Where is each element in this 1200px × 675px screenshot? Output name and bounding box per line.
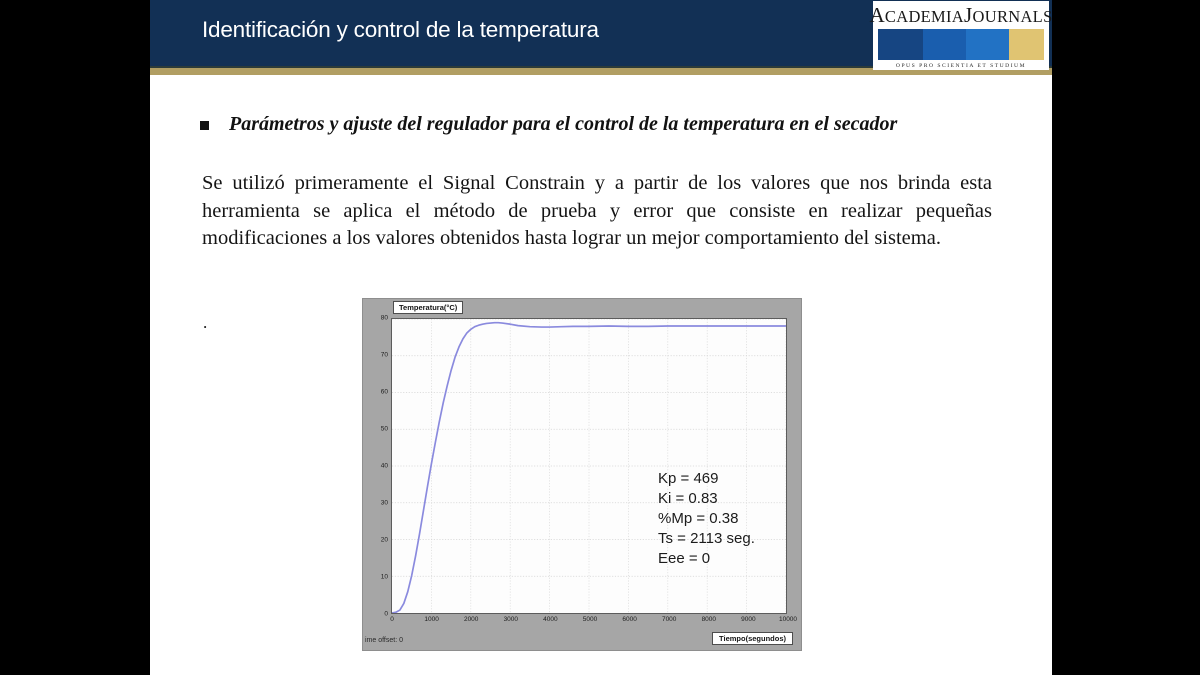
logo-bar-2 [923,29,967,61]
annotation-ki: Ki = 0.83 [658,490,718,507]
x-axis-ticks: 0 1000 2000 3000 4000 5000 6000 7000 8000 9000 100… [390,616,797,628]
x-tick-label: 7000 [661,616,677,623]
academia-journals-logo: ACADEMIAJOURNALS OPUS PRO SCIENTIA ET ST… [869,1,1052,70]
y-axis-ticks: 0 10 20 30 40 50 60 70 80 [367,314,388,618]
presentation-slide: Identificación y control de la temperatu… [150,0,1052,675]
logo-j-cap: J [964,3,973,27]
plot-area: Kp = 469 Ki = 0.83 %Mp = 0.38 Ts = 2113 … [391,318,787,614]
y-tick-label: 10 [380,573,388,581]
square-bullet-icon [200,121,209,130]
y-tick-label: 50 [380,425,388,433]
bullet-heading-text: Parámetros y ajuste del regulador para e… [229,113,898,135]
annotation-kp: Kp = 469 [658,470,719,487]
x-axis-label-chip: Tiempo(segundos) [712,632,793,645]
y-tick-label: 20 [380,536,388,544]
logo-tagline: OPUS PRO SCIENTIA ET STUDIUM [895,63,1027,70]
x-tick-label: 1000 [424,616,439,623]
logo-color-bars [878,29,1044,61]
x-tick-label: 5000 [582,616,598,623]
logo-journals-rest: OURNALS [972,7,1052,26]
stray-period-mark: . [203,313,208,332]
x-tick-label: 0 [390,616,394,623]
y-tick-label: 30 [380,499,388,507]
logo-academia-rest: CADEMIA [884,7,965,26]
annotation-mp: %Mp = 0.38 [658,510,739,527]
x-tick-label: 2000 [463,616,479,623]
logo-bar-4 [1009,29,1044,61]
body-paragraph: Se utilizó primeramente el Signal Constr… [202,172,992,249]
x-tick-label: 9000 [741,616,756,623]
logo-bar-1 [878,29,924,61]
logo-wordmark: ACADEMIAJOURNALS [869,3,1052,27]
y-tick-label: 60 [380,388,388,396]
y-tick-label: 70 [380,351,388,359]
logo-bar-3 [966,29,1010,61]
annotation-eee: Eee = 0 [658,550,711,567]
chart-annotations: Kp = 469 Ki = 0.83 %Mp = 0.38 Ts = 2113 … [658,469,755,569]
slide-letterbox: Identificación y control de la temperatu… [0,0,1200,675]
time-offset-label: ime offset: 0 [365,637,404,644]
x-tick-label: 10000 [778,616,798,623]
page-title: Identificación y control de la temperatu… [202,17,599,42]
x-tick-label: 3000 [503,616,519,623]
annotation-ts: Ts = 2113 seg. [658,530,755,547]
scope-figure: Temperatura(°C) 0 10 20 30 40 50 60 70 80 Kp = 4… [362,298,802,651]
y-tick-label: 80 [380,314,388,322]
logo-a-cap: A [869,3,885,27]
chart-title-chip: Temperatura(°C) [393,301,464,314]
bullet-heading: Parámetros y ajuste del regulador para e… [200,112,1020,136]
x-tick-label: 6000 [622,616,637,623]
x-tick-label: 4000 [543,616,558,623]
y-tick-label: 0 [384,610,388,618]
y-tick-label: 40 [380,462,388,470]
x-tick-label: 8000 [701,616,717,623]
